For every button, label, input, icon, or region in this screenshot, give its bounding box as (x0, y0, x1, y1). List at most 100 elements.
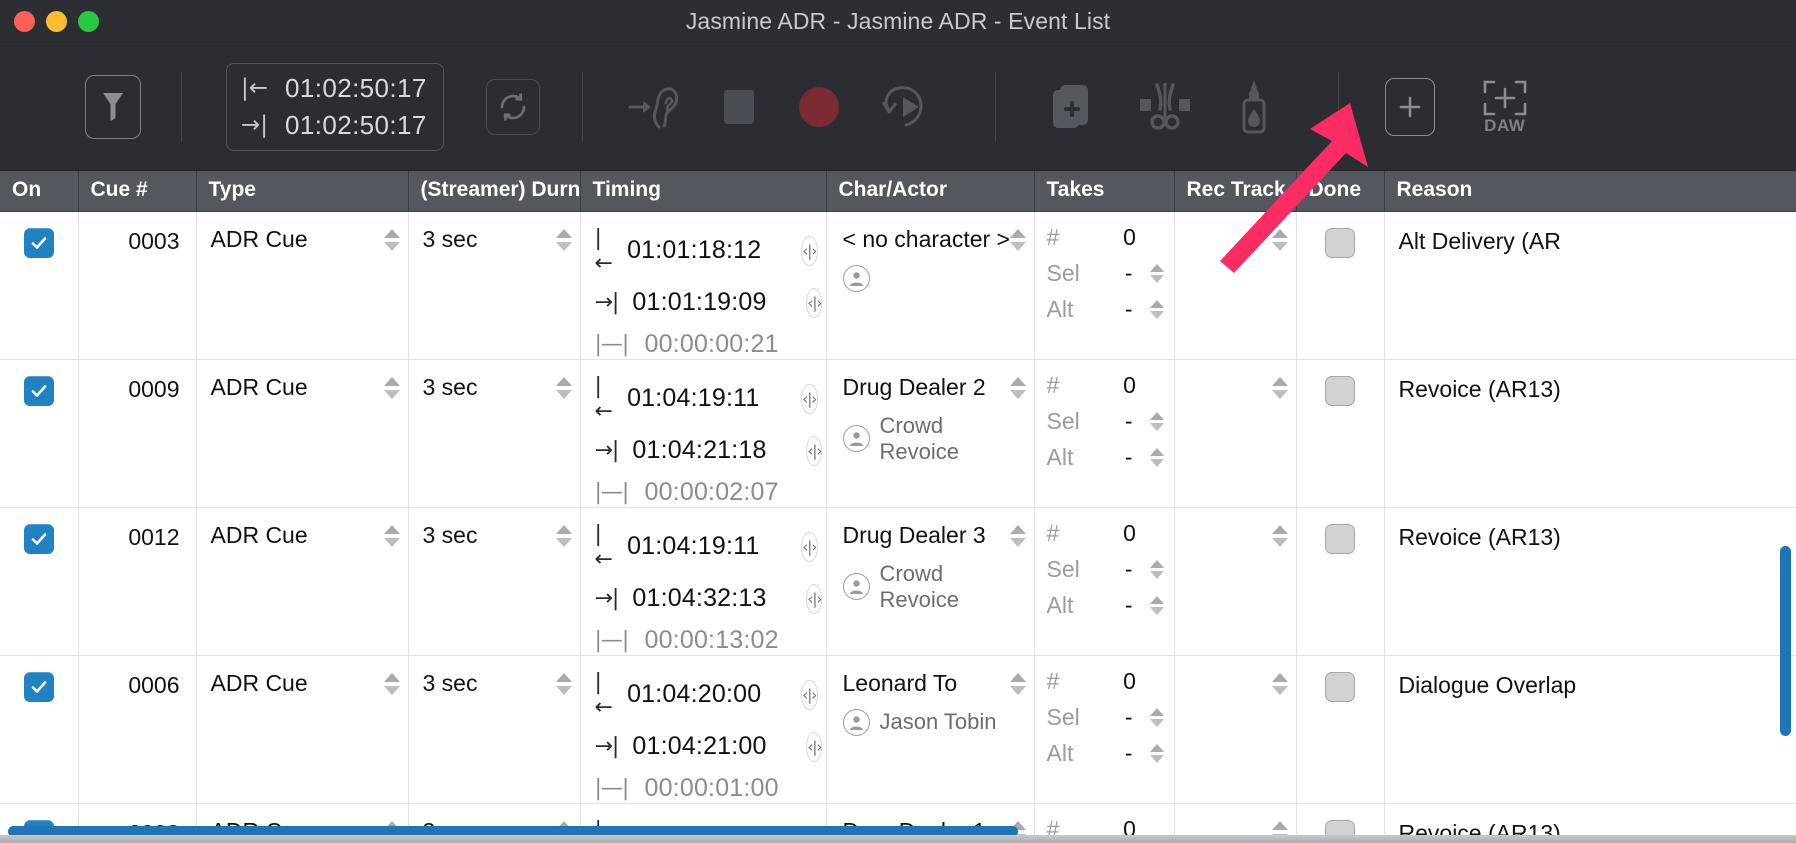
takes-alt-value[interactable]: - (1108, 592, 1150, 619)
vertical-scrollbar[interactable] (1780, 546, 1791, 736)
cell-durn[interactable]: 3 sec (408, 655, 581, 804)
timecode-display[interactable]: |← 01:02:50:17 →| 01:02:50:17 (226, 62, 444, 151)
reason-value[interactable]: Revoice (AR13) (1385, 508, 1796, 551)
table-row[interactable]: 0003 ADR Cue 3 sec |← 01:01:18:12 ‹|› →|… (0, 211, 1796, 360)
timing-value[interactable]: 00:00:01:00 (645, 774, 805, 803)
cell-rec-track[interactable] (1174, 211, 1297, 360)
cell-char-actor[interactable]: Leonard To Jason Tobin (826, 655, 1035, 804)
stepper[interactable] (383, 672, 400, 695)
cell-char-actor[interactable]: < no character > (826, 211, 1035, 360)
cell-char-actor[interactable]: Drug Dealer 2 Crowd Revoice (826, 359, 1035, 508)
add-clip-icon[interactable] (1042, 77, 1102, 137)
add-cue-icon[interactable] (1384, 77, 1435, 136)
cell-type[interactable]: ADR Cue (196, 359, 409, 508)
done-checkbox[interactable] (1325, 375, 1355, 406)
type-value[interactable]: ADR Cue (197, 360, 408, 401)
timing-value[interactable]: 01:04:21:18 (632, 436, 792, 465)
stepper[interactable] (555, 524, 572, 547)
goto-timecode-icon[interactable]: ‹|› (806, 287, 822, 318)
sync-icon[interactable] (485, 78, 540, 135)
column-header-done[interactable]: Done (1296, 171, 1385, 212)
close-button[interactable] (14, 10, 35, 32)
column-header-timing[interactable]: Timing (580, 171, 827, 212)
column-header-takes[interactable]: Takes (1034, 171, 1175, 212)
goto-timecode-icon[interactable]: ‹|› (806, 583, 822, 614)
durn-value[interactable]: 3 sec (409, 212, 580, 253)
table-row[interactable]: 0009 ADR Cue 3 sec |← 01:04:19:11 ‹|› →|… (0, 359, 1796, 508)
column-header-rec-track[interactable]: Rec Track (1174, 171, 1297, 212)
timing-value[interactable]: 01:04:32:13 (632, 584, 792, 613)
rec-track-value[interactable] (1175, 360, 1296, 374)
timecode-out-value[interactable]: 01:02:50:17 (285, 110, 427, 141)
on-checkbox[interactable] (23, 671, 54, 702)
timing-value[interactable]: 01:01:18:12 (627, 236, 787, 265)
record-icon[interactable] (789, 77, 849, 137)
stepper[interactable] (1271, 228, 1288, 251)
cell-timing[interactable]: |← 01:04:19:11 ‹|› →| 01:04:32:13 ‹|› |—… (580, 507, 827, 656)
type-value[interactable]: ADR Cue (197, 212, 408, 253)
done-checkbox[interactable] (1325, 523, 1355, 554)
cell-done[interactable] (1296, 655, 1385, 804)
actor-name[interactable]: Crowd Revoice (880, 413, 1026, 465)
stop-icon[interactable] (711, 79, 767, 135)
done-checkbox[interactable] (1325, 671, 1355, 702)
type-value[interactable]: ADR Cue (197, 656, 408, 697)
timing-value[interactable]: 00:00:02:07 (645, 478, 805, 507)
stepper[interactable] (1271, 672, 1288, 695)
zoom-button[interactable] (78, 10, 99, 32)
cell-durn[interactable]: 3 sec (408, 211, 581, 360)
cell-type[interactable]: ADR Cue (196, 655, 409, 804)
minimize-button[interactable] (46, 10, 67, 32)
column-header-on[interactable]: On (0, 171, 79, 212)
character-name[interactable]: < no character > (843, 226, 1026, 253)
cell-reason[interactable]: Revoice (AR13) (1384, 507, 1796, 656)
stepper[interactable] (555, 376, 572, 399)
cell-type[interactable]: ADR Cue (196, 507, 409, 656)
on-checkbox[interactable] (23, 523, 54, 554)
cell-cue[interactable]: 0012 (78, 507, 197, 656)
cell-done[interactable] (1296, 211, 1385, 360)
cell-done[interactable] (1296, 507, 1385, 656)
stepper[interactable] (1271, 524, 1288, 547)
add-to-daw-icon[interactable]: DAW (1469, 77, 1541, 136)
takes-stepper[interactable] (1149, 559, 1164, 579)
column-header-reason[interactable]: Reason (1384, 171, 1796, 212)
stepper[interactable] (1009, 376, 1026, 399)
cell-cue[interactable]: 0003 (78, 211, 197, 360)
type-value[interactable]: ADR Cue (197, 508, 408, 549)
cell-done[interactable] (1296, 359, 1385, 508)
timing-value[interactable]: 00:00:00:21 (645, 330, 805, 359)
takes-stepper[interactable] (1149, 707, 1164, 727)
stepper[interactable] (383, 376, 400, 399)
takes-alt-value[interactable]: - (1108, 740, 1150, 767)
durn-value[interactable]: 3 sec (409, 508, 580, 549)
cell-takes[interactable]: # 0 Sel - Alt - (1034, 655, 1175, 804)
rec-track-value[interactable] (1175, 212, 1296, 226)
cell-on[interactable] (0, 359, 79, 508)
timing-value[interactable]: 01:01:19:09 (632, 288, 792, 317)
goto-timecode-icon[interactable]: ‹|› (806, 731, 822, 762)
done-checkbox[interactable] (1325, 227, 1355, 258)
audition-icon[interactable] (623, 74, 689, 140)
cell-on[interactable] (0, 655, 79, 804)
rec-track-value[interactable] (1175, 656, 1296, 670)
cell-takes[interactable]: # 0 Sel - Alt - (1034, 507, 1175, 656)
stepper[interactable] (383, 228, 400, 251)
cell-cue[interactable]: 0009 (78, 359, 197, 508)
cell-durn[interactable]: 3 sec (408, 359, 581, 508)
timing-value[interactable]: 01:04:21:00 (632, 732, 792, 761)
filter-icon[interactable] (85, 74, 141, 139)
actor-name[interactable]: Crowd Revoice (880, 561, 1026, 613)
durn-value[interactable]: 3 sec (409, 360, 580, 401)
cell-rec-track[interactable] (1174, 359, 1297, 508)
stepper[interactable] (1009, 672, 1026, 695)
on-checkbox[interactable] (23, 227, 54, 258)
stepper[interactable] (1009, 524, 1026, 547)
stepper[interactable] (383, 524, 400, 547)
goto-timecode-icon[interactable]: ‹|› (806, 435, 822, 466)
goto-timecode-icon[interactable]: ‹|› (801, 235, 818, 266)
column-header-cue[interactable]: Cue # (78, 171, 197, 212)
takes-stepper[interactable] (1149, 595, 1164, 615)
actor-name[interactable]: Jason Tobin (880, 709, 997, 735)
column-header-char-actor[interactable]: Char/Actor (826, 171, 1035, 212)
